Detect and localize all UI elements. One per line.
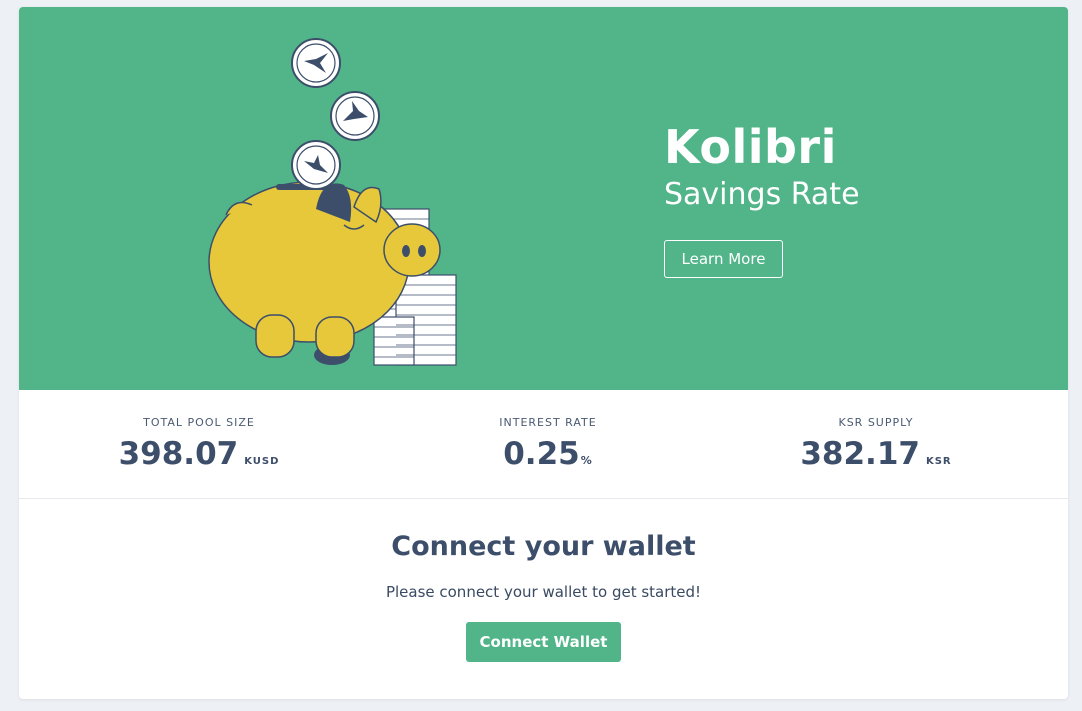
coin-top [291,38,341,88]
connect-subtitle: Please connect your wallet to get starte… [385,583,702,601]
piggy-bank-illustration [208,38,457,366]
connect-wallet-section: Connect your wallet Please connect your … [19,527,1068,662]
savings-card: Kolibri Savings Rate Learn More TOTAL PO… [19,7,1068,699]
stat-value: 0.25% [398,436,698,479]
learn-more-button[interactable]: Learn More [664,240,783,278]
hero-text: Kolibri Savings Rate Learn More [664,119,860,278]
stat-value: 382.17 KSR [726,436,1026,480]
stat-number: 0.25 [503,436,580,472]
stat-value: 398.07 KUSD [49,436,349,480]
stat-unit: % [580,454,593,467]
stat-label: TOTAL POOL SIZE [143,416,255,429]
coin-bottom [291,140,341,190]
stat-interest-rate: INTEREST RATE 0.25% [398,416,698,479]
connect-wallet-button[interactable]: Connect Wallet [466,622,621,662]
stat-unit: KSR [925,456,952,467]
stat-total-pool-size: TOTAL POOL SIZE 398.07 KUSD [49,416,349,480]
stat-number: 382.17 [800,436,920,472]
stats-row: TOTAL POOL SIZE 398.07 KUSD INTEREST RATE… [19,390,1068,499]
hero-banner: Kolibri Savings Rate Learn More [19,7,1068,390]
stat-label: KSR SUPPLY [838,416,914,429]
connect-title: Connect your wallet [391,531,696,562]
stat-label: INTEREST RATE [499,416,597,429]
stat-number: 398.07 [118,436,239,472]
stat-ksr-supply: KSR SUPPLY 382.17 KSR [726,416,1026,480]
coin-middle [330,91,380,141]
hero-title: Kolibri [664,120,837,174]
stat-unit: KUSD [244,456,280,467]
hero-subtitle: Savings Rate [664,177,860,212]
